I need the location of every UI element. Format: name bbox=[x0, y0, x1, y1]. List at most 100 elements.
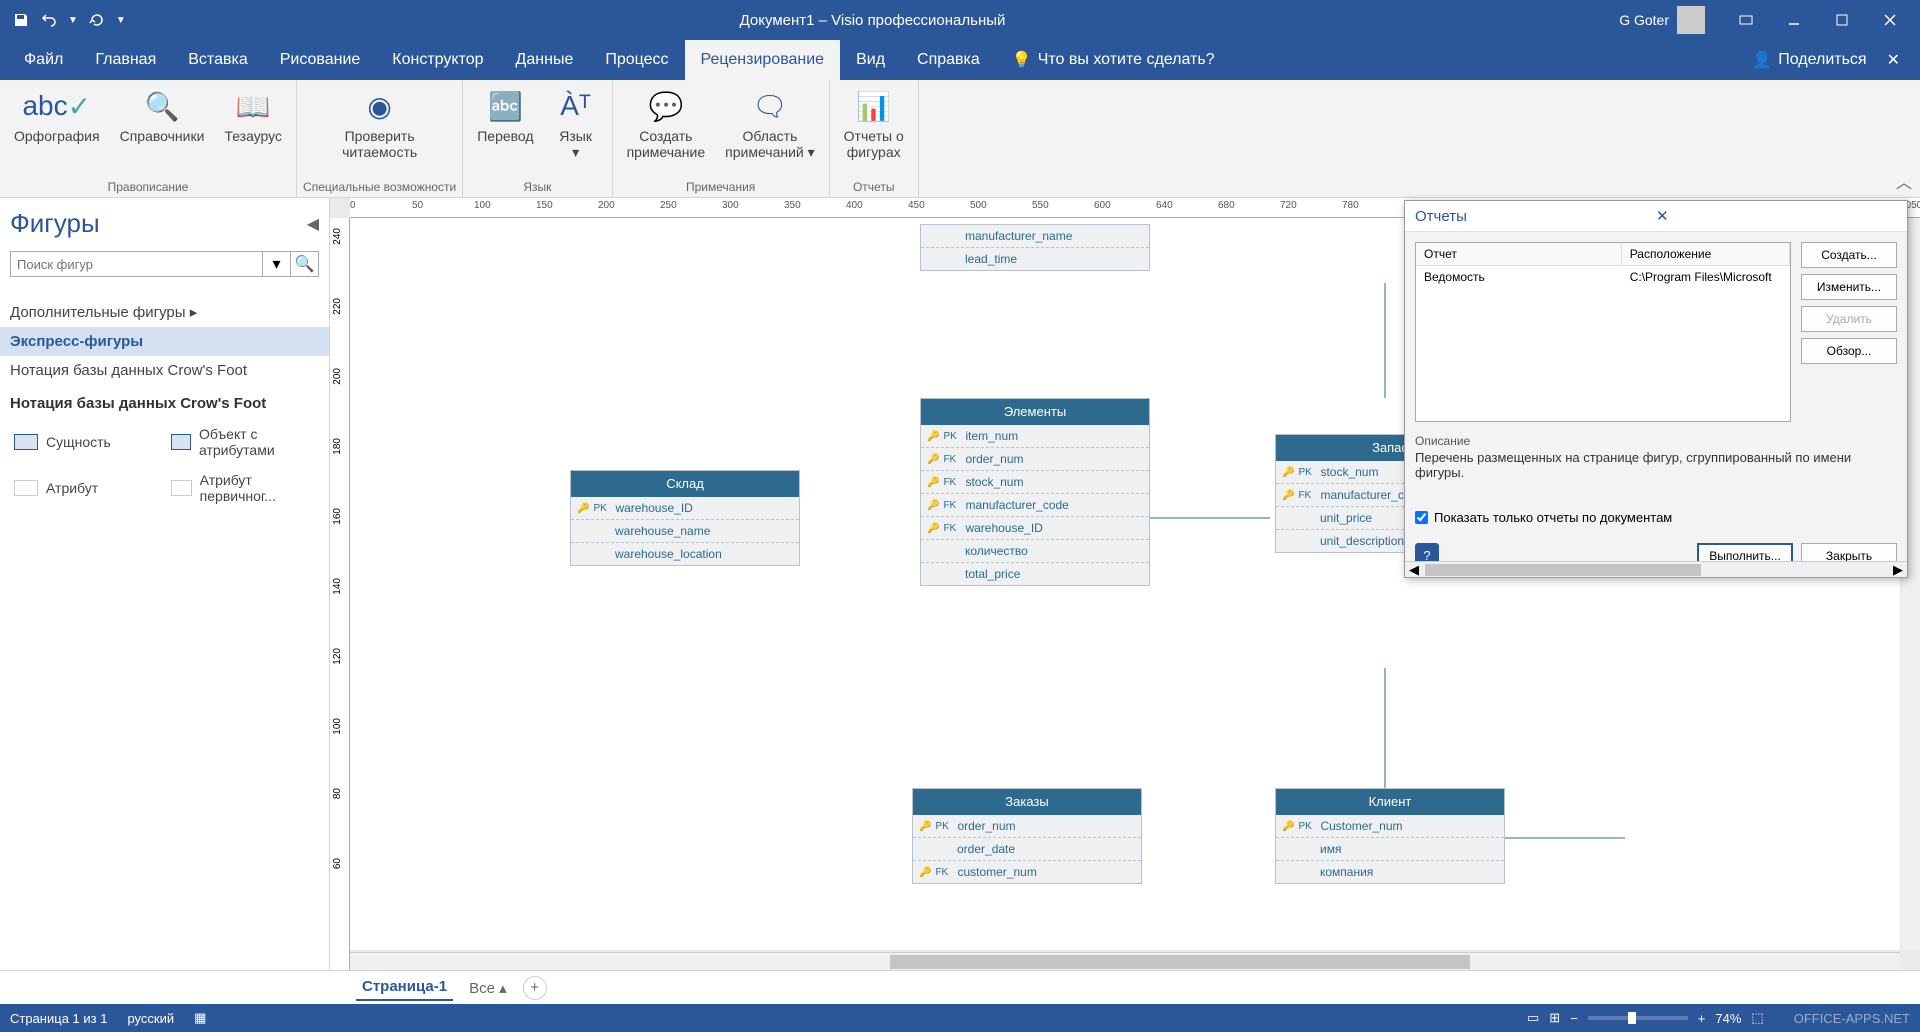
entity-attribute-row[interactable]: order_date bbox=[913, 838, 1141, 861]
redo-icon[interactable] bbox=[88, 11, 106, 29]
zoom-out-icon[interactable]: − bbox=[1570, 1011, 1578, 1026]
new-comment-button[interactable]: 💬Создать примечание bbox=[619, 84, 714, 177]
key-icon: 🔑 bbox=[1282, 821, 1294, 832]
entity-ent-top[interactable]: manufacturer_namelead_time bbox=[920, 224, 1150, 271]
share-button[interactable]: 👤 Поделиться bbox=[1752, 50, 1866, 70]
edit-report-button[interactable]: Изменить... bbox=[1801, 274, 1897, 300]
add-page-button[interactable]: + bbox=[523, 976, 547, 1000]
scrollbar-horizontal[interactable] bbox=[350, 952, 1900, 970]
language-button[interactable]: ÀᵀЯзык▾ bbox=[546, 84, 606, 177]
key-type: FK bbox=[943, 454, 961, 465]
status-language[interactable]: русский bbox=[127, 1011, 174, 1026]
tab-design[interactable]: Конструктор bbox=[376, 40, 499, 80]
description-text: Перечень размещенных на странице фигур, … bbox=[1415, 450, 1897, 480]
entity-attribute-row[interactable]: warehouse_name bbox=[571, 520, 799, 543]
tab-view[interactable]: Вид bbox=[840, 40, 901, 80]
entity-attribute-row[interactable]: 🔑PKorder_num bbox=[913, 815, 1141, 838]
user-account[interactable]: G Goter bbox=[1619, 6, 1705, 34]
entity-attribute-row[interactable]: 🔑PKitem_num bbox=[921, 425, 1149, 448]
shapes-collapse-icon[interactable]: ◀ bbox=[307, 214, 319, 234]
ruler-vertical: 2402202001801601401201008060 bbox=[330, 218, 350, 970]
reports-dialog: Отчеты ✕ Отчет Расположение Ведомость C:… bbox=[1404, 200, 1908, 578]
key-icon: 🔑 bbox=[927, 454, 939, 465]
entity-attribute-row[interactable]: total_price bbox=[921, 563, 1149, 585]
thesaurus-button[interactable]: 📖Тезаурус bbox=[216, 84, 290, 177]
shapes-category-quick[interactable]: Экспресс-фигуры bbox=[0, 327, 329, 356]
tab-help[interactable]: Справка bbox=[901, 40, 996, 80]
entity-attribute-row[interactable]: lead_time bbox=[921, 248, 1149, 270]
reports-list[interactable]: Отчет Расположение Ведомость C:\Program … bbox=[1415, 242, 1791, 422]
search-icon[interactable]: 🔍 bbox=[291, 251, 319, 277]
ribbon-display-icon[interactable] bbox=[1724, 5, 1768, 35]
shapes-search-dropdown[interactable]: ▾ bbox=[263, 251, 291, 277]
research-button[interactable]: 🔍Справочники bbox=[112, 84, 213, 177]
presentation-mode-icon[interactable]: ▭ bbox=[1527, 1010, 1539, 1026]
key-type: PK bbox=[593, 503, 611, 514]
comments-pane-icon: 🗨 bbox=[752, 88, 788, 124]
shapes-category-crowsfoot[interactable]: Нотация базы данных Crow's Foot bbox=[0, 356, 329, 385]
entity-ent-zakazy[interactable]: Заказы🔑PKorder_numorder_date🔑FKcustomer_… bbox=[912, 788, 1142, 884]
macro-icon[interactable]: ▦ bbox=[194, 1010, 206, 1026]
entity-ent-klient[interactable]: Клиент🔑PKCustomer_numимякомпания bbox=[1275, 788, 1505, 884]
comments-pane-button[interactable]: 🗨Область примечаний ▾ bbox=[717, 84, 823, 177]
entity-attribute-row[interactable]: 🔑PKCustomer_num bbox=[1276, 815, 1504, 838]
entity-attribute-row[interactable]: manufacturer_name bbox=[921, 225, 1149, 248]
shape-entity-attrs[interactable]: Объект с атрибутами bbox=[167, 422, 320, 462]
spelling-button[interactable]: abc✓Орфография bbox=[6, 84, 108, 177]
maximize-icon[interactable] bbox=[1820, 5, 1864, 35]
tab-insert[interactable]: Вставка bbox=[172, 40, 263, 80]
entity-ent-sklad[interactable]: Склад🔑PKwarehouse_IDwarehouse_namewareho… bbox=[570, 470, 800, 566]
entity-attribute-row[interactable]: 🔑FKstock_num bbox=[921, 471, 1149, 494]
fit-page-icon[interactable]: ⬚ bbox=[1751, 1010, 1763, 1026]
entity-ent-elements[interactable]: Элементы🔑PKitem_num🔑FKorder_num🔑FKstock_… bbox=[920, 398, 1150, 586]
accessibility-button[interactable]: ◉Проверить читаемость bbox=[334, 84, 425, 177]
collapse-ribbon-icon[interactable]: ︿ bbox=[1896, 169, 1912, 193]
zoom-level[interactable]: 74% bbox=[1715, 1011, 1741, 1026]
shape-reports-button[interactable]: 📊Отчеты о фигурах bbox=[836, 84, 912, 177]
entity-attribute-row[interactable]: warehouse_location bbox=[571, 543, 799, 565]
qat-dropdown-icon[interactable]: ▼ bbox=[116, 15, 126, 26]
pages-all-button[interactable]: Все ▴ bbox=[469, 979, 507, 997]
shape-pk-attribute[interactable]: Атрибут первичног... bbox=[167, 468, 320, 508]
only-doc-reports-checkbox[interactable] bbox=[1415, 511, 1428, 524]
tab-draw[interactable]: Рисование bbox=[264, 40, 377, 80]
shape-entity[interactable]: Сущность bbox=[10, 422, 163, 462]
close-icon[interactable] bbox=[1868, 5, 1912, 35]
zoom-slider[interactable] bbox=[1588, 1016, 1688, 1020]
entity-attribute-row[interactable]: 🔑FKorder_num bbox=[921, 448, 1149, 471]
shapes-search-input[interactable] bbox=[10, 251, 263, 277]
zoom-in-icon[interactable]: + bbox=[1698, 1011, 1706, 1026]
tab-data[interactable]: Данные bbox=[500, 40, 590, 80]
tell-me[interactable]: 💡 Что вы хотите сделать? bbox=[996, 40, 1231, 80]
attribute-name: имя bbox=[1320, 842, 1341, 856]
key-type: FK bbox=[943, 500, 961, 511]
zoom-slider-thumb[interactable] bbox=[1628, 1012, 1636, 1024]
entity-attribute-row[interactable]: 🔑FKcustomer_num bbox=[913, 861, 1141, 883]
entity-attribute-row[interactable]: имя bbox=[1276, 838, 1504, 861]
scrollbar-h-thumb[interactable] bbox=[890, 955, 1470, 969]
fit-window-icon[interactable]: ⊞ bbox=[1549, 1010, 1560, 1026]
entity-attribute-row[interactable]: количество bbox=[921, 540, 1149, 563]
undo-dropdown-icon[interactable]: ▼ bbox=[68, 15, 78, 26]
page-tab-1[interactable]: Страница-1 bbox=[356, 974, 453, 1001]
shapes-category-more[interactable]: Дополнительные фигуры ▸ bbox=[0, 297, 329, 327]
entity-attribute-row[interactable]: 🔑FKwarehouse_ID bbox=[921, 517, 1149, 540]
entity-attribute-row[interactable]: 🔑FKmanufacturer_code bbox=[921, 494, 1149, 517]
tab-file[interactable]: Файл bbox=[8, 40, 79, 80]
delete-report-button[interactable]: Удалить bbox=[1801, 306, 1897, 332]
tab-review[interactable]: Рецензирование bbox=[685, 40, 841, 80]
report-row[interactable]: Ведомость C:\Program Files\Microsoft bbox=[1416, 266, 1790, 288]
shape-attribute[interactable]: Атрибут bbox=[10, 468, 163, 508]
minimize-icon[interactable] bbox=[1772, 5, 1816, 35]
create-report-button[interactable]: Создать... bbox=[1801, 242, 1897, 268]
undo-icon[interactable] bbox=[40, 11, 58, 29]
browse-report-button[interactable]: Обзор... bbox=[1801, 338, 1897, 364]
tab-process[interactable]: Процесс bbox=[589, 40, 684, 80]
entity-attribute-row[interactable]: компания bbox=[1276, 861, 1504, 883]
save-icon[interactable] bbox=[12, 11, 30, 29]
translate-button[interactable]: 🔤Перевод bbox=[469, 84, 541, 177]
dialog-close-icon[interactable]: ✕ bbox=[1656, 207, 1897, 225]
tab-home[interactable]: Главная bbox=[79, 40, 172, 80]
close-pane-icon[interactable]: ✕ bbox=[1887, 50, 1900, 70]
entity-attribute-row[interactable]: 🔑PKwarehouse_ID bbox=[571, 497, 799, 520]
